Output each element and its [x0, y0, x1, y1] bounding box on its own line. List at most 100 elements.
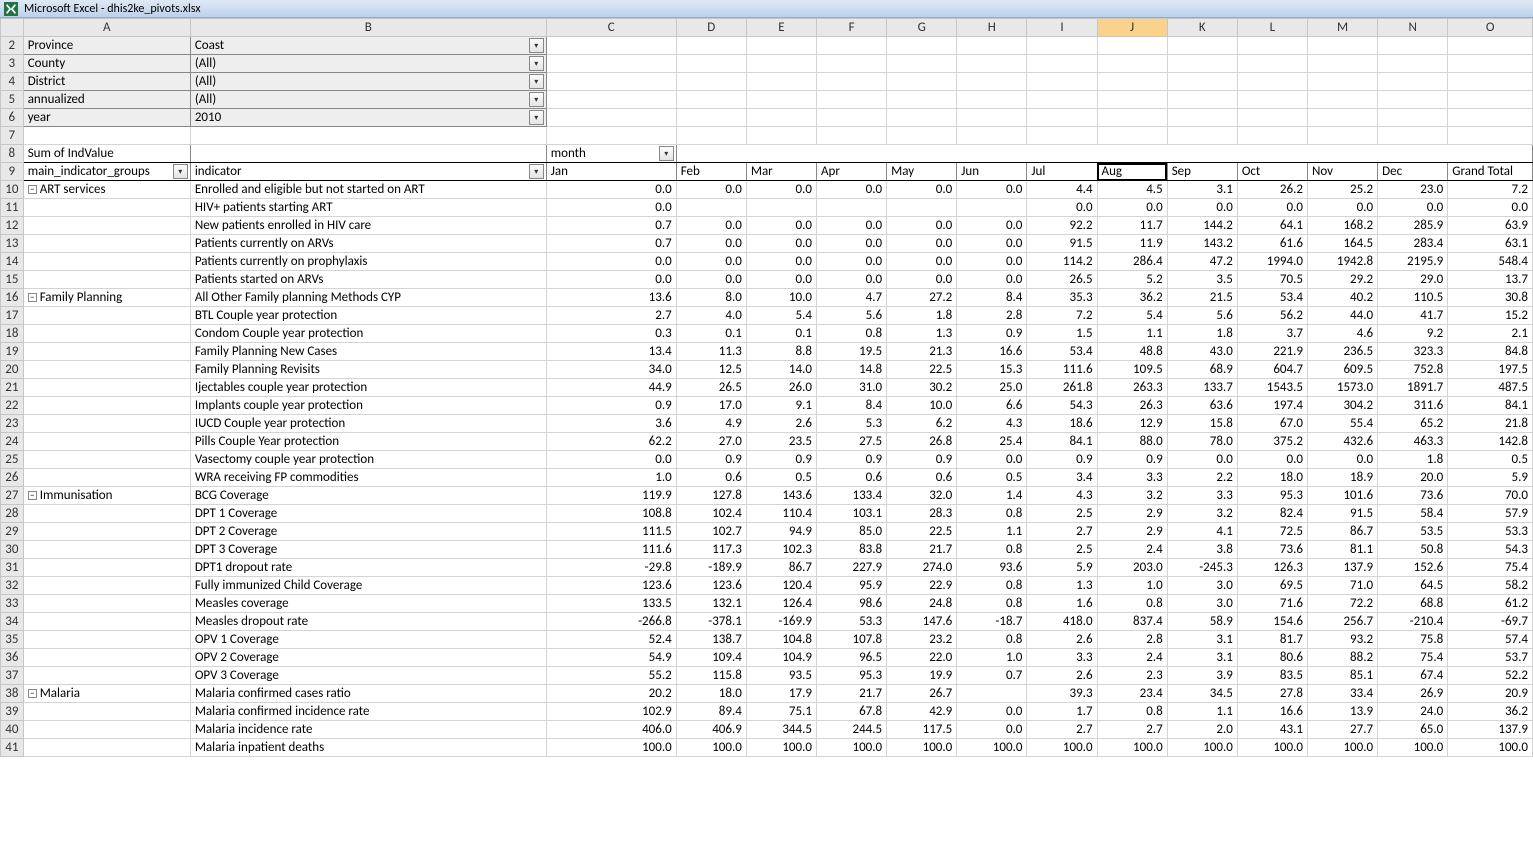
- indicator-cell[interactable]: Measles dropout rate: [190, 613, 546, 631]
- value-cell[interactable]: 8.0: [676, 289, 746, 307]
- value-cell[interactable]: 24.8: [887, 595, 957, 613]
- total-cell[interactable]: 58.2: [1448, 577, 1533, 595]
- value-cell[interactable]: 4.3: [1027, 487, 1097, 505]
- value-cell[interactable]: [676, 199, 746, 217]
- value-cell[interactable]: 109.4: [676, 649, 746, 667]
- value-cell[interactable]: 406.0: [546, 721, 676, 739]
- value-cell[interactable]: 5.6: [816, 307, 886, 325]
- collapse-icon[interactable]: −: [28, 689, 37, 698]
- value-cell[interactable]: 26.5: [676, 379, 746, 397]
- value-cell[interactable]: 1891.7: [1378, 379, 1448, 397]
- value-cell[interactable]: 0.0: [1167, 199, 1237, 217]
- row-header-19[interactable]: 19: [1, 343, 24, 361]
- value-cell[interactable]: 0.0: [1027, 199, 1097, 217]
- value-cell[interactable]: 263.3: [1097, 379, 1167, 397]
- value-cell[interactable]: 73.6: [1378, 487, 1448, 505]
- value-cell[interactable]: 1.8: [1378, 451, 1448, 469]
- value-cell[interactable]: 11.7: [1097, 217, 1167, 235]
- value-cell[interactable]: 26.5: [1027, 271, 1097, 289]
- value-cell[interactable]: 117.5: [887, 721, 957, 739]
- value-cell[interactable]: -169.9: [746, 613, 816, 631]
- filter-dropdown-icon[interactable]: ▾: [173, 164, 188, 179]
- value-cell[interactable]: 0.0: [887, 217, 957, 235]
- value-cell[interactable]: 85.0: [816, 523, 886, 541]
- value-cell[interactable]: 3.1: [1167, 181, 1237, 199]
- value-cell[interactable]: 95.3: [1237, 487, 1307, 505]
- value-cell[interactable]: 123.6: [546, 577, 676, 595]
- value-cell[interactable]: 0.9: [816, 451, 886, 469]
- value-cell[interactable]: 28.3: [887, 505, 957, 523]
- value-cell[interactable]: 304.2: [1307, 397, 1377, 415]
- value-cell[interactable]: 2.9: [1097, 505, 1167, 523]
- value-cell[interactable]: 17.0: [676, 397, 746, 415]
- value-cell[interactable]: 26.8: [887, 433, 957, 451]
- filter-value[interactable]: 2010▾: [190, 109, 546, 127]
- value-cell[interactable]: 127.8: [676, 487, 746, 505]
- value-cell[interactable]: 126.4: [746, 595, 816, 613]
- value-cell[interactable]: 53.3: [816, 613, 886, 631]
- value-cell[interactable]: 34.5: [1167, 685, 1237, 703]
- value-cell[interactable]: 53.4: [1027, 343, 1097, 361]
- value-cell[interactable]: 27.2: [887, 289, 957, 307]
- value-cell[interactable]: 103.1: [816, 505, 886, 523]
- row-header-20[interactable]: 20: [1, 361, 24, 379]
- indicator-cell[interactable]: OPV 2 Coverage: [190, 649, 546, 667]
- value-cell[interactable]: 0.0: [746, 181, 816, 199]
- group-cell[interactable]: [23, 325, 190, 343]
- row-header-39[interactable]: 39: [1, 703, 24, 721]
- indicator-cell[interactable]: OPV 3 Coverage: [190, 667, 546, 685]
- value-cell[interactable]: 0.0: [746, 271, 816, 289]
- total-cell[interactable]: 30.8: [1448, 289, 1533, 307]
- value-cell[interactable]: 3.0: [1167, 595, 1237, 613]
- value-cell[interactable]: 0.6: [887, 469, 957, 487]
- total-cell[interactable]: 197.5: [1448, 361, 1533, 379]
- value-cell[interactable]: 115.8: [676, 667, 746, 685]
- total-cell[interactable]: 15.2: [1448, 307, 1533, 325]
- total-cell[interactable]: 0.0: [1448, 199, 1533, 217]
- value-cell[interactable]: 0.0: [1307, 199, 1377, 217]
- value-cell[interactable]: 1.3: [887, 325, 957, 343]
- value-cell[interactable]: 41.7: [1378, 307, 1448, 325]
- value-cell[interactable]: 2.8: [1097, 631, 1167, 649]
- value-cell[interactable]: 1.8: [887, 307, 957, 325]
- value-cell[interactable]: 0.0: [1307, 451, 1377, 469]
- row-header-9[interactable]: 9: [1, 163, 24, 181]
- value-cell[interactable]: 20.0: [1378, 469, 1448, 487]
- worksheet-grid[interactable]: ABCDEFGHIJKLMNO 2ProvinceCoast▾3County(A…: [0, 18, 1533, 757]
- value-cell[interactable]: 1543.5: [1237, 379, 1307, 397]
- value-cell[interactable]: 22.5: [887, 523, 957, 541]
- value-cell[interactable]: -245.3: [1167, 559, 1237, 577]
- value-cell[interactable]: 55.2: [546, 667, 676, 685]
- value-cell[interactable]: 1.3: [1027, 577, 1097, 595]
- value-cell[interactable]: 286.4: [1097, 253, 1167, 271]
- collapse-icon[interactable]: −: [28, 185, 37, 194]
- value-cell[interactable]: 10.0: [746, 289, 816, 307]
- row-header-38[interactable]: 38: [1, 685, 24, 703]
- value-cell[interactable]: 1.1: [957, 523, 1027, 541]
- value-cell[interactable]: 123.6: [676, 577, 746, 595]
- total-cell[interactable]: 137.9: [1448, 721, 1533, 739]
- value-cell[interactable]: 16.6: [1237, 703, 1307, 721]
- value-cell[interactable]: 3.4: [1027, 469, 1097, 487]
- value-cell[interactable]: 164.5: [1307, 235, 1377, 253]
- indicator-cell[interactable]: New patients enrolled in HIV care: [190, 217, 546, 235]
- value-cell[interactable]: 0.8: [1097, 595, 1167, 613]
- value-cell[interactable]: 133.5: [546, 595, 676, 613]
- value-cell[interactable]: 261.8: [1027, 379, 1097, 397]
- value-cell[interactable]: 375.2: [1237, 433, 1307, 451]
- month-header-Aug[interactable]: Aug: [1097, 163, 1167, 181]
- month-header-Dec[interactable]: Dec: [1378, 163, 1448, 181]
- value-cell[interactable]: 4.1: [1167, 523, 1237, 541]
- value-cell[interactable]: 98.6: [816, 595, 886, 613]
- row-header-6[interactable]: 6: [1, 109, 24, 127]
- value-cell[interactable]: 23.2: [887, 631, 957, 649]
- group-cell[interactable]: [23, 199, 190, 217]
- value-cell[interactable]: 52.4: [546, 631, 676, 649]
- value-cell[interactable]: 15.3: [957, 361, 1027, 379]
- value-cell[interactable]: 0.0: [887, 235, 957, 253]
- value-cell[interactable]: 406.9: [676, 721, 746, 739]
- value-cell[interactable]: 24.0: [1378, 703, 1448, 721]
- filter-value[interactable]: (All)▾: [190, 55, 546, 73]
- group-cell[interactable]: [23, 217, 190, 235]
- value-cell[interactable]: 2.7: [546, 307, 676, 325]
